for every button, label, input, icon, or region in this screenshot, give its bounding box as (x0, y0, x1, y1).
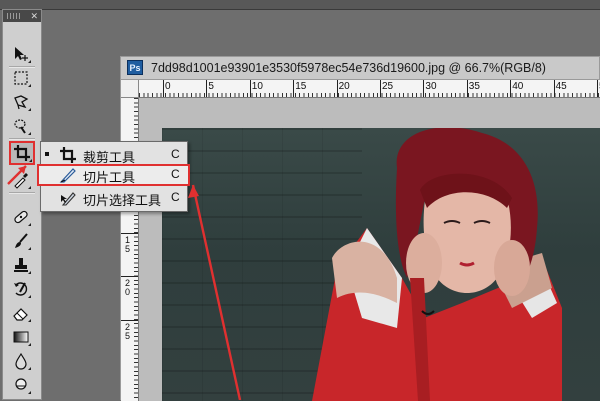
ruler-label: 10 (251, 81, 263, 92)
ruler-label: 5 (208, 81, 214, 92)
slice-knife-icon (59, 168, 76, 183)
tools-panel: ✕ (2, 9, 42, 400)
lasso-tool-button[interactable] (10, 92, 32, 112)
crop-icon (60, 147, 76, 163)
stamp-tool-button[interactable] (10, 255, 32, 275)
ruler-major-tick (380, 80, 381, 97)
ruler-label: 25 (382, 81, 394, 92)
ruler-major-tick (597, 80, 598, 97)
portrait-photo (312, 128, 562, 401)
ruler-major-tick (206, 80, 208, 97)
shortcut-label: C (171, 190, 180, 204)
blur-tool-button[interactable] (10, 351, 32, 371)
photo-canvas[interactable] (162, 128, 600, 401)
ruler-label: 15 (295, 81, 307, 92)
canvas-area[interactable] (139, 98, 600, 401)
marquee-tool-button[interactable] (10, 68, 32, 88)
menu-item-label: 切片选择工具 (83, 193, 162, 208)
document-title: 7dd98d1001e93901e3530f5978ec54e736d19600… (151, 61, 546, 75)
ruler-label: 30 (425, 81, 437, 92)
crop-tool-button[interactable] (9, 141, 35, 165)
brush-tool-button[interactable] (10, 231, 32, 251)
ruler-label: 0 (165, 81, 171, 92)
ruler-major-tick (510, 80, 512, 97)
ruler-label: 1 5 (124, 234, 130, 254)
tools-panel-header[interactable]: ✕ (3, 10, 41, 22)
shortcut-label: C (171, 147, 180, 161)
ruler-major-tick (121, 276, 138, 278)
selected-bullet-icon (45, 152, 49, 156)
ruler-label: 40 (512, 81, 524, 92)
history-brush-tool-button[interactable] (10, 279, 32, 299)
ruler-label: 2 0 (124, 278, 130, 298)
ruler-origin[interactable] (121, 80, 139, 98)
ruler-label: 20 (338, 81, 350, 92)
document-tab[interactable]: Ps 7dd98d1001e93901e3530f5978ec54e736d19… (121, 57, 599, 80)
ruler-major-tick (553, 80, 555, 97)
move-tool-button[interactable] (10, 44, 32, 64)
ruler-major-tick (163, 80, 164, 97)
panel-grip[interactable] (7, 13, 21, 19)
crop-tool-flyout-menu: 裁剪工具 C 切片工具 C 切片选择工具 C (37, 141, 190, 212)
document-window: Ps 7dd98d1001e93901e3530f5978ec54e736d19… (120, 56, 600, 401)
application-top-bar (0, 0, 600, 10)
dodge-tool-button[interactable] (10, 375, 32, 395)
ruler-major-tick (121, 319, 138, 321)
ruler-label: 2 5 (124, 321, 130, 341)
shortcut-label: C (171, 167, 180, 181)
horizontal-ruler[interactable]: 05101520253035404550 (139, 80, 600, 98)
slice-select-icon (61, 192, 76, 206)
close-icon[interactable]: ✕ (30, 10, 38, 22)
ruler-major-tick (121, 232, 138, 234)
ruler-major-tick (423, 80, 425, 97)
eraser-tool-button[interactable] (10, 303, 32, 323)
menu-item-slice-select-tool[interactable]: 切片选择工具 C (41, 187, 187, 209)
quick-select-tool-button[interactable] (10, 116, 32, 136)
menu-item-label: 切片工具 (83, 170, 136, 185)
ruler-major-tick (336, 80, 338, 97)
menu-item-slice-tool[interactable]: 切片工具 C (37, 164, 190, 186)
gradient-tool-button[interactable] (10, 327, 32, 347)
photoshop-icon: Ps (127, 60, 143, 75)
ruler-major-tick (293, 80, 295, 97)
ruler-major-tick (466, 80, 468, 97)
ruler-label: 35 (468, 81, 480, 92)
healing-tool-button[interactable] (10, 207, 32, 227)
ruler-label: 45 (555, 81, 567, 92)
eyedropper-tool-button[interactable] (10, 170, 32, 190)
ruler-major-tick (249, 80, 251, 97)
menu-item-crop-tool[interactable]: 裁剪工具 C (41, 144, 187, 166)
